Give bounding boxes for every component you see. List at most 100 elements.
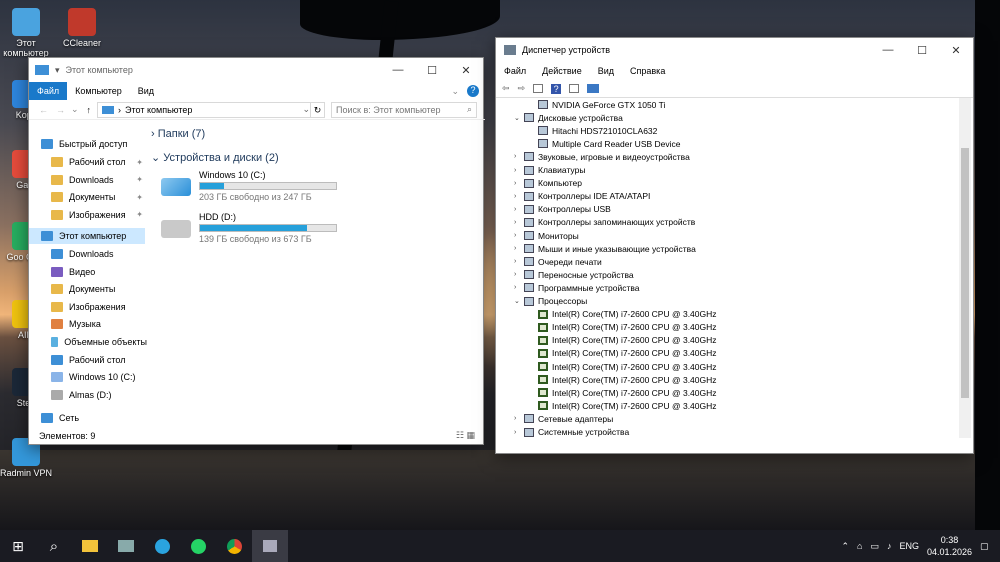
monitor-icon[interactable]: [587, 84, 600, 93]
nav-quick-item[interactable]: Документы ✦: [47, 189, 143, 205]
nav-quick-access[interactable]: Быстрый доступ: [37, 136, 127, 152]
chevron-right-icon[interactable]: ›: [514, 167, 524, 174]
device-category[interactable]: ⌄ Дисковые устройства: [514, 111, 623, 124]
app-icon[interactable]: [108, 530, 144, 562]
nav-pc-item[interactable]: Downloads: [47, 246, 147, 262]
nav-pc-item[interactable]: Видео: [47, 264, 147, 280]
device-category[interactable]: › Компьютер: [514, 177, 582, 190]
telegram-icon[interactable]: [144, 530, 180, 562]
tab-computer[interactable]: Компьютер: [67, 86, 130, 96]
forward-icon[interactable]: ⇨: [518, 83, 526, 94]
menu-item[interactable]: Справка: [622, 66, 673, 76]
device-category[interactable]: › Звуковые, игровые и видеоустройства: [514, 150, 690, 163]
nav-quick-item[interactable]: Downloads ✦: [47, 172, 143, 188]
chevron-right-icon[interactable]: ›: [514, 271, 524, 278]
chevron-right-icon[interactable]: ›: [514, 153, 524, 160]
chevron-down-icon[interactable]: ⌄: [303, 104, 311, 115]
device-category[interactable]: › Очереди печати: [514, 255, 602, 268]
file-explorer-icon[interactable]: [72, 530, 108, 562]
nav-pc-item[interactable]: Объемные объекты: [47, 334, 147, 350]
close-button[interactable]: ✕: [449, 58, 483, 82]
processor-item[interactable]: Intel(R) Core(TM) i7-2600 CPU @ 3.40GHz: [538, 334, 717, 347]
view-toggle-icon[interactable]: ☷ ▦: [456, 430, 475, 441]
recent-icon[interactable]: ⌄: [71, 104, 79, 115]
nav-pc-item[interactable]: Windows 10 (C:): [47, 369, 147, 385]
device-item[interactable]: Multiple Card Reader USB Device: [538, 137, 681, 150]
network-tray-icon[interactable]: ⌂: [857, 541, 862, 551]
device-category[interactable]: › Программные устройства: [514, 281, 640, 294]
processor-item[interactable]: Intel(R) Core(TM) i7-2600 CPU @ 3.40GHz: [538, 347, 717, 360]
maximize-button[interactable]: ☐: [415, 58, 449, 82]
nav-network[interactable]: Сеть: [37, 410, 79, 426]
device-category[interactable]: › Контроллеры IDE ATA/ATAPI: [514, 190, 650, 203]
drive-tile[interactable]: HDD (D:) 139 ГБ свободно из 673 ГБ: [161, 212, 361, 252]
processor-item[interactable]: Intel(R) Core(TM) i7-2600 CPU @ 3.40GHz: [538, 386, 717, 399]
device-category[interactable]: › Переносные устройства: [514, 268, 634, 281]
folders-header[interactable]: › Папки (7): [151, 128, 205, 140]
chevron-right-icon[interactable]: ›: [514, 206, 524, 213]
device-category[interactable]: ⌄ Процессоры: [514, 295, 587, 308]
chevron-right-icon[interactable]: ›: [514, 429, 524, 436]
nav-pc-item[interactable]: Документы: [47, 281, 147, 297]
chevron-right-icon[interactable]: ›: [514, 232, 524, 239]
nav-pc-item[interactable]: Almas (D:): [47, 387, 147, 403]
minimize-button[interactable]: —: [871, 38, 905, 62]
chevron-down-icon[interactable]: ⌄: [514, 114, 524, 122]
device-category[interactable]: › Клавиатуры: [514, 164, 585, 177]
menu-item[interactable]: Действие: [534, 66, 590, 76]
scrollbar-thumb[interactable]: [961, 148, 969, 398]
volume-icon[interactable]: ♪: [887, 541, 892, 551]
ribbon-expand-icon[interactable]: ⌄: [443, 86, 467, 97]
scrollbar[interactable]: [959, 98, 971, 438]
qat-icon[interactable]: ▾: [55, 65, 60, 76]
device-manager-task-icon[interactable]: [252, 530, 288, 562]
help-icon[interactable]: ?: [467, 85, 479, 97]
whatsapp-icon[interactable]: [180, 530, 216, 562]
maximize-button[interactable]: ☐: [905, 38, 939, 62]
chevron-right-icon[interactable]: ›: [514, 219, 524, 226]
chevron-right-icon[interactable]: ›: [514, 258, 524, 265]
device-category[interactable]: › Сетевые адаптеры: [514, 412, 613, 425]
device-category[interactable]: › Мониторы: [514, 229, 579, 242]
device-item[interactable]: NVIDIA GeForce GTX 1050 Ti: [538, 98, 665, 111]
chrome-icon[interactable]: [216, 530, 252, 562]
forward-icon[interactable]: →: [56, 105, 65, 115]
device-category[interactable]: › Контроллеры USB: [514, 203, 611, 216]
up-icon[interactable]: ↑: [87, 105, 92, 115]
start-icon[interactable]: ⊞: [0, 530, 36, 562]
processor-item[interactable]: Intel(R) Core(TM) i7-2600 CPU @ 3.40GHz: [538, 373, 717, 386]
back-icon[interactable]: ←: [39, 105, 48, 115]
device-category[interactable]: › Системные устройства: [514, 426, 629, 439]
chevron-right-icon[interactable]: ›: [514, 284, 524, 291]
nav-pc-item[interactable]: Изображения: [47, 299, 147, 315]
menu-item[interactable]: Файл: [496, 66, 534, 76]
desktop-icon[interactable]: CCleaner: [54, 8, 110, 48]
processor-item[interactable]: Intel(R) Core(TM) i7-2600 CPU @ 3.40GHz: [538, 321, 717, 334]
menu-item[interactable]: Вид: [590, 66, 622, 76]
chevron-right-icon[interactable]: ›: [514, 193, 524, 200]
language-indicator[interactable]: ENG: [899, 541, 919, 551]
nav-pc-item[interactable]: Музыка: [47, 316, 147, 332]
processor-item[interactable]: Intel(R) Core(TM) i7-2600 CPU @ 3.40GHz: [538, 308, 717, 321]
processor-item[interactable]: Intel(R) Core(TM) i7-2600 CPU @ 3.40GHz: [538, 360, 717, 373]
nav-pc-item[interactable]: Рабочий стол: [47, 352, 147, 368]
help-icon[interactable]: ?: [551, 83, 562, 94]
search-input[interactable]: Поиск в: Этот компьютер ⌕: [331, 101, 478, 118]
chevron-right-icon[interactable]: ›: [514, 180, 524, 187]
back-icon[interactable]: ⇦: [502, 83, 510, 94]
drive-tile[interactable]: Windows 10 (C:) 203 ГБ свободно из 247 ГБ: [161, 170, 361, 210]
clock[interactable]: 0:38 04.01.2026: [927, 534, 972, 558]
properties-icon[interactable]: [533, 84, 544, 93]
nav-quick-item[interactable]: Изображения ✦: [47, 207, 143, 223]
device-category[interactable]: › Контроллеры запоминающих устройств: [514, 216, 695, 229]
chevron-right-icon[interactable]: ›: [514, 415, 524, 422]
tab-file[interactable]: Файл: [29, 82, 68, 100]
device-item[interactable]: Hitachi HDS721010CLA632: [538, 124, 657, 137]
refresh-icon[interactable]: ↻: [311, 101, 326, 118]
search-icon[interactable]: ⌕: [36, 530, 72, 562]
device-category[interactable]: › Мыши и иные указывающие устройства: [514, 242, 696, 255]
display-tray-icon[interactable]: ▭: [870, 541, 879, 552]
desktop-icon[interactable]: Этот компьютер: [0, 8, 54, 58]
tab-view[interactable]: Вид: [130, 86, 162, 96]
nav-quick-item[interactable]: Рабочий стол ✦: [47, 154, 143, 170]
